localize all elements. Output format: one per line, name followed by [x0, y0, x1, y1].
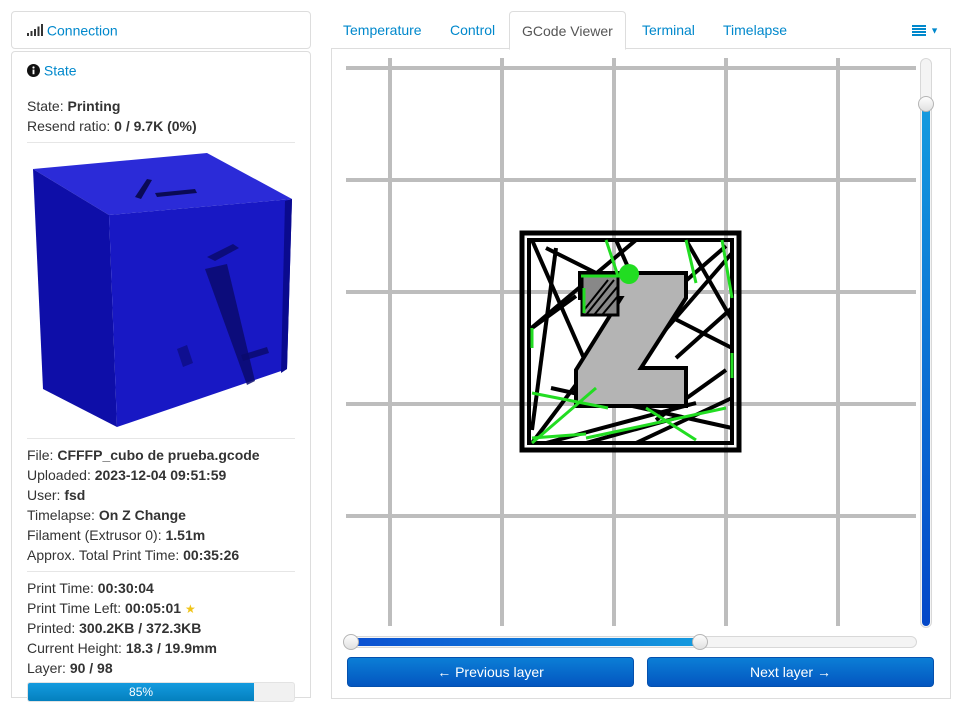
connection-label: Connection: [46, 22, 118, 39]
uploaded-row: Uploaded: 2023-12-04 09:51:59: [27, 465, 295, 485]
file-key: File:: [27, 447, 54, 463]
state-panel-header[interactable]: State: [11, 51, 311, 89]
list-icon: [912, 24, 927, 36]
user-key: User:: [27, 487, 61, 503]
resend-key: Resend ratio:: [27, 118, 111, 134]
user-row: User: fsd: [27, 485, 295, 505]
info-icon: [27, 63, 40, 77]
uploaded-key: Uploaded:: [27, 467, 91, 483]
tab-timelapse[interactable]: Timelapse: [711, 11, 799, 49]
height-row: Current Height: 18.3 / 19.9mm: [27, 638, 295, 658]
print-time-value: 00:30:04: [97, 580, 154, 596]
timelapse-row: Timelapse: On Z Change: [27, 505, 295, 525]
divider: [27, 571, 295, 572]
layer-row: Layer: 90 / 98: [27, 658, 295, 678]
total-time-row: Approx. Total Print Time: 00:35:26: [27, 545, 295, 565]
next-layer-button[interactable]: Next layer →: [647, 657, 934, 687]
tab-temperature[interactable]: Temperature: [331, 11, 434, 49]
resend-row: Resend ratio: 0 / 9.7K (0%): [27, 116, 295, 136]
layer-slider-fill: [922, 105, 930, 626]
user-value: fsd: [64, 487, 86, 503]
caret-down-icon: ▼: [930, 25, 939, 36]
timelapse-value: On Z Change: [98, 507, 186, 523]
state-panel-body: State: Printing Resend ratio: 0 / 9.7K (…: [11, 88, 311, 702]
printed-row: Printed: 300.2KB / 372.3KB: [27, 618, 295, 638]
total-time-key: Approx. Total Print Time:: [27, 547, 180, 563]
height-value: 18.3 / 19.9mm: [125, 640, 217, 656]
file-row: File: CFFFP_cubo de prueba.gcode: [27, 445, 295, 465]
total-time-value: 00:35:26: [183, 547, 240, 563]
arrow-left-icon: ←: [437, 664, 452, 680]
next-layer-label: Next layer: [750, 664, 814, 680]
printed-value: 300.2KB / 372.3KB: [79, 620, 202, 636]
previous-layer-label: Previous layer: [455, 664, 544, 680]
state-row: State: Printing: [27, 96, 295, 116]
progress-slider-fill: [349, 638, 702, 646]
timelapse-key: Timelapse:: [27, 507, 95, 523]
state-value: Printing: [67, 98, 121, 114]
filament-value: 1.51m: [165, 527, 206, 543]
model-thumbnail: [27, 149, 297, 432]
star-icon[interactable]: ★: [185, 602, 196, 616]
connection-panel-header[interactable]: Connection: [11, 11, 311, 49]
print-time-key: Print Time:: [27, 580, 94, 596]
printed-key: Printed:: [27, 620, 76, 636]
tab-gcode-viewer[interactable]: GCode Viewer: [509, 11, 626, 50]
print-progress-bar: 85%: [27, 682, 295, 702]
arrow-right-icon: →: [816, 664, 831, 680]
progress-slider-start-handle[interactable]: [343, 634, 359, 650]
print-progress-label: 85%: [129, 685, 154, 699]
layer-key: Layer:: [27, 660, 66, 676]
divider: [27, 438, 295, 439]
file-value: CFFFP_cubo de prueba.gcode: [57, 447, 260, 463]
layer-slider-handle[interactable]: [918, 96, 934, 113]
time-left-key: Print Time Left:: [27, 600, 122, 616]
divider: [27, 142, 295, 143]
layer-slider[interactable]: [918, 58, 934, 628]
previous-layer-button[interactable]: ← Previous layer: [347, 657, 634, 687]
tab-control[interactable]: Control: [438, 11, 507, 49]
resend-value: 0 / 9.7K (0%): [114, 118, 197, 134]
progress-slider[interactable]: [343, 634, 917, 650]
time-left-row: Print Time Left: 00:05:01 ★: [27, 598, 295, 618]
state-key: State:: [27, 98, 64, 114]
state-label: State: [43, 62, 77, 79]
main-tabs: Temperature Control GCode Viewer Termina…: [331, 11, 951, 50]
print-time-row: Print Time: 00:30:04: [27, 578, 295, 598]
filament-row: Filament (Extrusor 0): 1.51m: [27, 525, 295, 545]
tab-overflow-menu[interactable]: ▼: [912, 21, 939, 37]
time-left-value: 00:05:01: [125, 600, 182, 616]
height-key: Current Height:: [27, 640, 122, 656]
tab-terminal[interactable]: Terminal: [630, 11, 707, 49]
layer-value: 90 / 98: [69, 660, 113, 676]
signal-bars-icon: [27, 24, 43, 37]
print-progress-fill: 85%: [28, 683, 255, 701]
gcode-canvas[interactable]: [346, 58, 916, 628]
uploaded-value: 2023-12-04 09:51:59: [94, 467, 227, 483]
filament-key: Filament (Extrusor 0):: [27, 527, 162, 543]
progress-slider-end-handle[interactable]: [692, 634, 709, 650]
